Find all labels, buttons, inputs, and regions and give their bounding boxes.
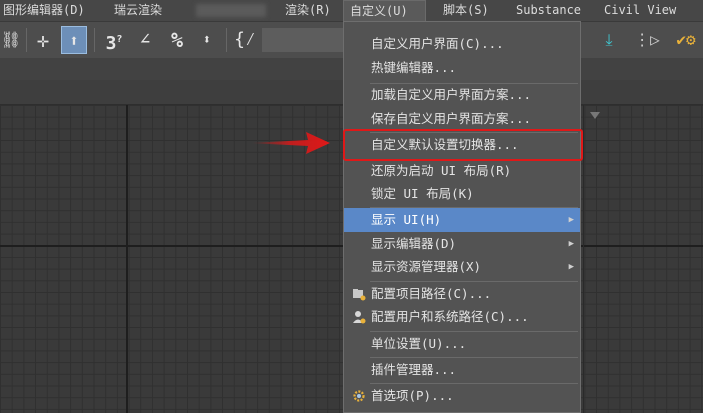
move-icon[interactable]: ✛ (31, 26, 55, 54)
viewport-dropdown-arrow-icon[interactable] (590, 112, 600, 119)
menu-substance[interactable]: Substance (516, 0, 581, 21)
menu-item-hotkey-editor[interactable]: 热键编辑器... (344, 56, 580, 80)
user-path-icon (353, 311, 366, 324)
menu-rayvision-render[interactable]: 瑞云渲染 (114, 0, 162, 21)
render-setup-icon[interactable]: ✔⚙ (672, 26, 700, 54)
link-icon[interactable]: ⛓ (0, 26, 22, 54)
menu-item-units-setup[interactable]: 单位设置(U)... (344, 332, 580, 356)
percent-snap-icon[interactable]: % (164, 26, 190, 54)
menu-graph-editors[interactable]: 图形编辑器(D) (3, 0, 85, 21)
menu-item-configure-project-paths[interactable]: 配置项目路径(C)... (344, 282, 580, 306)
snap-3d-icon[interactable]: 3? (100, 26, 128, 54)
align-icon[interactable]: ⤓ (596, 26, 622, 54)
menu-item-revert-startup-layout[interactable]: 还原为启动 UI 布局(R) (344, 159, 580, 183)
toolbar-separator (94, 28, 95, 52)
gear-icon (353, 390, 365, 402)
menu-item-lock-ui-layout[interactable]: 锁定 UI 布局(K) (344, 182, 580, 206)
angle-snap-icon[interactable]: ∠ (132, 26, 158, 54)
menu-item-plugin-manager[interactable]: 插件管理器... (344, 358, 580, 382)
blurred-region (196, 4, 266, 17)
menu-scripting[interactable]: 脚本(S) (443, 0, 489, 21)
toolbar-separator (26, 28, 27, 52)
menu-item-customize-ui[interactable]: 自定义用户界面(C)... (344, 32, 580, 56)
annotation-arrow-icon (250, 132, 330, 154)
menu-item-preferences[interactable]: 首选项(P)... (344, 384, 580, 408)
menu-item-save-ui-scheme[interactable]: 保存自定义用户界面方案... (344, 107, 580, 131)
customize-dropdown-menu: 自定义用户界面(C)... 热键编辑器... 加载自定义用户界面方案... 保存… (343, 21, 581, 413)
menu-item-show-explorers[interactable]: 显示资源管理器(X) ▶ (344, 255, 580, 279)
named-selection-field[interactable] (262, 28, 344, 52)
menu-item-load-ui-scheme[interactable]: 加载自定义用户界面方案... (344, 83, 580, 107)
menu-customize[interactable]: 自定义(U) (343, 0, 426, 21)
annotation-highlight-box (343, 129, 583, 161)
menu-item-configure-user-system-paths[interactable]: 配置用户和系统路径(C)... (344, 305, 580, 329)
viewport-divider (583, 105, 584, 413)
menu-bar: 图形编辑器(D) 瑞云渲染 渲染(R) 自定义(U) 脚本(S) Substan… (0, 0, 703, 22)
select-icon[interactable]: ⬆ (61, 26, 87, 54)
menu-item-show-editors[interactable]: 显示编辑器(D) ▶ (344, 232, 580, 256)
grid-axis-vertical (126, 105, 128, 413)
submenu-arrow-icon: ▶ (568, 215, 574, 225)
project-folder-icon (353, 289, 366, 301)
submenu-arrow-icon: ▶ (568, 239, 574, 249)
mirror-icon[interactable]: ⋮▷ (634, 26, 660, 54)
toolbar-separator (226, 28, 227, 52)
edit-named-selection-icon[interactable]: {⁄ (232, 26, 258, 54)
menu-rendering[interactable]: 渲染(R) (285, 0, 331, 21)
spinner-snap-icon[interactable]: ⬍ (195, 26, 219, 54)
menu-civil-view[interactable]: Civil View (604, 0, 676, 21)
menu-item-show-ui[interactable]: 显示 UI(H) ▶ (344, 208, 580, 232)
submenu-arrow-icon: ▶ (568, 262, 574, 272)
